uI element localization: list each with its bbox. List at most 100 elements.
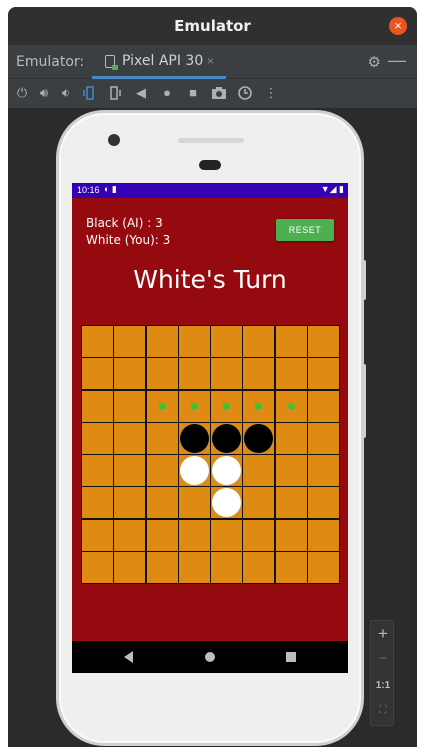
proximity-sensor [199,160,221,170]
board-cell[interactable] [275,455,307,486]
board-cell[interactable] [243,358,275,390]
close-window-button[interactable]: × [389,17,407,35]
more-options-icon[interactable]: ⋮ [263,85,279,101]
board-cell[interactable] [211,487,242,519]
minimize-panel-icon[interactable]: — [388,50,406,71]
volume-up-icon[interactable]: 🔊︎ [36,85,52,101]
settings-gear-icon[interactable]: ⚙ [368,53,381,71]
board-cell[interactable] [243,422,275,454]
zoom-1-1-button[interactable]: 1:1 [371,680,395,691]
board-cell[interactable] [114,422,146,454]
board-cell[interactable] [307,487,339,519]
home-icon[interactable]: ● [159,85,175,101]
othello-board [81,325,340,584]
rotate-right-icon[interactable] [106,85,122,101]
back-icon[interactable]: ◀ [133,85,149,101]
board-cell[interactable] [146,455,178,486]
rotate-left-icon[interactable] [82,85,98,101]
board-cell[interactable] [178,519,210,551]
board-cell[interactable] [82,551,113,583]
board-cell[interactable] [114,455,146,486]
score-panel: Black (AI) : 3 White (You): 3 [86,215,170,249]
board-cell[interactable] [307,519,339,551]
board-cell[interactable] [146,551,178,583]
board-cell[interactable] [178,422,210,454]
board-cell[interactable] [114,487,146,519]
title-bar: Emulator × [8,7,417,45]
fit-screen-icon[interactable]: ⛶ [371,704,395,717]
snapshot-history-icon[interactable] [237,85,253,101]
tab-close-icon[interactable]: × [207,54,214,68]
reset-button[interactable]: RESET [276,219,334,241]
screenshot-camera-icon[interactable] [211,85,227,101]
board-cell[interactable] [146,519,178,551]
board-cell[interactable] [307,455,339,486]
nav-back-icon[interactable] [124,651,133,663]
board-cell[interactable] [146,390,178,422]
zoom-panel: + − 1:1 ⛶ [370,620,394,726]
board-cell[interactable] [275,487,307,519]
board-cell[interactable] [82,422,113,454]
board-cell[interactable] [82,326,113,357]
board-cell[interactable] [243,551,275,583]
tab-pixel-api-30[interactable]: Pixel API 30 × [92,45,226,79]
board-cell[interactable] [211,422,242,454]
board-cell[interactable] [82,358,113,390]
board-cell[interactable] [146,358,178,390]
power-side-button [362,260,366,300]
board-cell[interactable] [275,358,307,390]
board-cell[interactable] [307,326,339,357]
board-cell[interactable] [146,422,178,454]
board-cell[interactable] [275,551,307,583]
board-cell[interactable] [307,422,339,454]
android-nav-bar [72,641,348,673]
board-cell[interactable] [82,455,113,486]
overview-icon[interactable]: ■ [185,85,201,101]
volume-down-icon[interactable]: 🔉︎ [58,85,74,101]
board-cell[interactable] [243,487,275,519]
board-cell[interactable] [211,390,242,422]
board-cell[interactable] [178,390,210,422]
board-cell[interactable] [178,455,210,486]
turn-indicator: White's Turn [133,265,287,294]
board-cell[interactable] [211,455,242,486]
board-cell[interactable] [211,326,242,357]
board-cell[interactable] [146,326,178,357]
board-cell[interactable] [146,487,178,519]
board-cell[interactable] [275,390,307,422]
board-cell[interactable] [178,358,210,390]
board-cell[interactable] [82,390,113,422]
board-cell[interactable] [211,519,242,551]
board-cell[interactable] [114,551,146,583]
board-cell[interactable] [211,551,242,583]
board-cell[interactable] [307,358,339,390]
board-cell[interactable] [243,519,275,551]
board-cell[interactable] [114,326,146,357]
board-cell[interactable] [307,390,339,422]
board-cell[interactable] [82,519,113,551]
board-cell[interactable] [211,358,242,390]
board-cell[interactable] [114,519,146,551]
board-cell[interactable] [243,390,275,422]
nav-home-icon[interactable] [205,652,215,662]
board-cell[interactable] [178,326,210,357]
board-cell[interactable] [178,551,210,583]
power-icon[interactable]: ⏻ [14,85,30,101]
board-cell[interactable] [243,326,275,357]
board-cell[interactable] [82,487,113,519]
board-cell[interactable] [178,487,210,519]
board-cell[interactable] [275,326,307,357]
valid-move-hint [223,402,230,410]
board-cell[interactable] [114,390,146,422]
board-cell[interactable] [275,422,307,454]
board-cell[interactable] [114,358,146,390]
device-icon [105,55,118,70]
nav-recents-icon[interactable] [286,652,296,662]
emulator-toolbar: ⏻ 🔊︎ 🔉︎ ◀ ● ■ ⋮ [8,79,417,109]
board-cell[interactable] [275,519,307,551]
board-cell[interactable] [243,455,275,486]
status-time: 10:16 [77,185,100,195]
zoom-out-button[interactable]: − [371,650,395,667]
board-cell[interactable] [307,551,339,583]
zoom-in-button[interactable]: + [371,624,395,644]
